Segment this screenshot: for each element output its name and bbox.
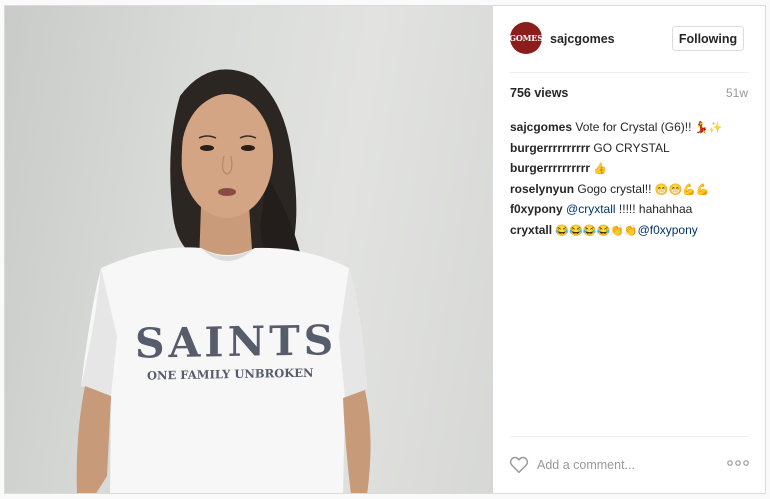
following-button[interactable]: Following	[672, 26, 744, 51]
post-footer	[493, 437, 765, 493]
comment-username[interactable]: burgerrrrrrrrrr	[510, 141, 590, 155]
author-username[interactable]: sajcgomes	[550, 32, 615, 46]
comment-username[interactable]: sajcgomes	[510, 120, 572, 134]
post-sidebar: GOMES sajcgomes Following 756 views 51w …	[493, 6, 765, 493]
comment-text: Vote for Crystal (G6)!!	[575, 120, 692, 134]
post-age[interactable]: 51w	[726, 86, 748, 100]
post-video[interactable]: SAINTS ONE FAMILY UNBROKEN	[5, 6, 493, 493]
header-divider	[509, 72, 749, 73]
comment-emoji: 😁😁💪💪	[654, 183, 710, 196]
comment-item: f0xypony @cryxtall !!!!! hahahhaa	[510, 199, 755, 220]
comment-text: !!!!! hahahhaa	[618, 202, 693, 216]
comment-item: roselynyun Gogo crystal!! 😁😁💪💪	[510, 179, 755, 200]
add-comment-input[interactable]	[537, 456, 717, 474]
view-count: 756 views	[510, 86, 569, 100]
post-header: GOMES sajcgomes Following	[493, 6, 765, 72]
more-options-icon[interactable]	[727, 458, 749, 468]
comment-emoji: 💃✨	[694, 122, 723, 134]
comment-item: cryxtall 😂😂😂😂👏👏@f0xypony	[510, 220, 755, 241]
comment-username[interactable]: f0xypony	[510, 202, 563, 216]
comment-text: Gogo crystal!!	[577, 181, 652, 196]
comment-text: GO CRYSTAL	[593, 140, 670, 155]
heart-icon[interactable]	[509, 456, 529, 474]
comment-item: sajcgomes Vote for Crystal (G6)!! 💃✨	[510, 117, 755, 138]
avatar[interactable]: GOMES	[509, 22, 543, 54]
comment-emoji: 👍	[593, 163, 608, 175]
comment-username[interactable]: burgerrrrrrrrrr	[510, 161, 590, 175]
comment-emoji: 😂😂😂😂👏👏	[555, 224, 638, 237]
post-card: SAINTS ONE FAMILY UNBROKEN GOMES sajcgom…	[4, 5, 766, 494]
person-illustration	[76, 69, 371, 493]
comment-username[interactable]: roselynyun	[510, 182, 574, 196]
comment-item: burgerrrrrrrrrr 👍	[510, 158, 755, 179]
comment-list: sajcgomes Vote for Crystal (G6)!! 💃✨ bur…	[510, 117, 755, 240]
shirt-print-main: SAINTS	[135, 316, 338, 368]
comment-mention[interactable]: @f0xypony	[638, 223, 698, 237]
comment-username[interactable]: cryxtall	[510, 223, 552, 237]
comment-item: burgerrrrrrrrrr GO CRYSTAL	[510, 138, 755, 159]
post-stats: 756 views 51w	[510, 86, 748, 102]
comment-mention[interactable]: @cryxtall	[566, 202, 616, 216]
